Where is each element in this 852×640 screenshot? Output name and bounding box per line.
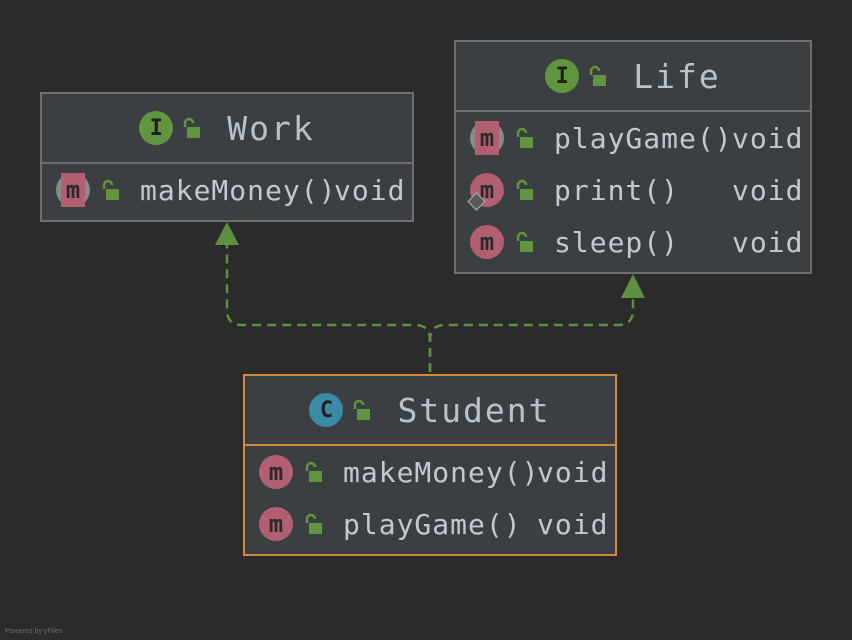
method-name: sleep() — [554, 225, 680, 259]
node-student[interactable]: C Student m makeMoney() void m playGame(… — [243, 374, 617, 556]
method-return-type: void — [732, 173, 804, 207]
public-lock-icon — [516, 179, 533, 200]
method-row[interactable]: m playGame() void — [245, 498, 615, 550]
method-icon-letter: m — [61, 173, 85, 207]
public-lock-icon — [102, 179, 119, 200]
method-row[interactable]: m sleep() void — [456, 216, 810, 268]
public-lock-icon — [516, 231, 533, 252]
method-icon-letter: m — [268, 458, 284, 486]
method-row[interactable]: m makeMoney() void — [42, 164, 412, 216]
public-lock-icon — [184, 117, 201, 138]
method-name: playGame() — [554, 121, 733, 155]
node-header: C Student — [245, 376, 615, 446]
method-row[interactable]: m playGame() void — [456, 112, 810, 164]
arrowhead-life — [621, 274, 645, 298]
interface-icon: I — [139, 111, 174, 145]
arrowhead-work — [215, 222, 239, 245]
method-name: playGame() — [343, 507, 522, 541]
node-life[interactable]: I Life m playGame() void m print() void … — [454, 40, 812, 274]
interface-icon: I — [545, 59, 580, 93]
method-icon-letter: m — [475, 121, 499, 155]
method-icon: m — [259, 455, 293, 489]
method-return-type: void — [732, 121, 804, 155]
class-icon: C — [309, 393, 344, 427]
method-icon: m — [259, 507, 293, 541]
method-return-type: void — [334, 173, 406, 207]
interface-icon-letter: I — [555, 63, 569, 89]
method-name: makeMoney() — [140, 173, 337, 207]
method-row[interactable]: m makeMoney() void — [245, 446, 615, 498]
powered-by-footer: Powered by yFiles — [5, 628, 63, 635]
method-icon-letter: m — [268, 510, 284, 538]
method-icon: m — [56, 173, 90, 207]
public-lock-icon — [516, 127, 533, 148]
node-work[interactable]: I Work m makeMoney() void — [40, 92, 414, 222]
public-lock-icon — [305, 513, 322, 534]
method-icon: m — [470, 121, 504, 155]
public-lock-icon — [590, 65, 607, 86]
node-title: Life — [633, 56, 721, 96]
public-lock-icon — [305, 461, 322, 482]
node-header: I Work — [42, 94, 412, 164]
method-return-type: void — [537, 455, 609, 489]
node-title: Student — [397, 390, 551, 430]
edge-student-life[interactable] — [428, 298, 635, 372]
method-icon-letter: m — [479, 228, 495, 256]
method-row[interactable]: m print() void — [456, 164, 810, 216]
edge-student-work[interactable] — [225, 244, 432, 372]
method-name: makeMoney() — [343, 455, 540, 489]
method-return-type: void — [732, 225, 804, 259]
method-name: print() — [554, 173, 680, 207]
node-title: Work — [227, 108, 315, 148]
method-icon: m — [470, 225, 504, 259]
method-return-type: void — [537, 507, 609, 541]
node-header: I Life — [456, 42, 810, 112]
interface-icon-letter: I — [149, 115, 163, 141]
public-lock-icon — [354, 399, 371, 420]
class-icon-letter: C — [319, 397, 334, 423]
